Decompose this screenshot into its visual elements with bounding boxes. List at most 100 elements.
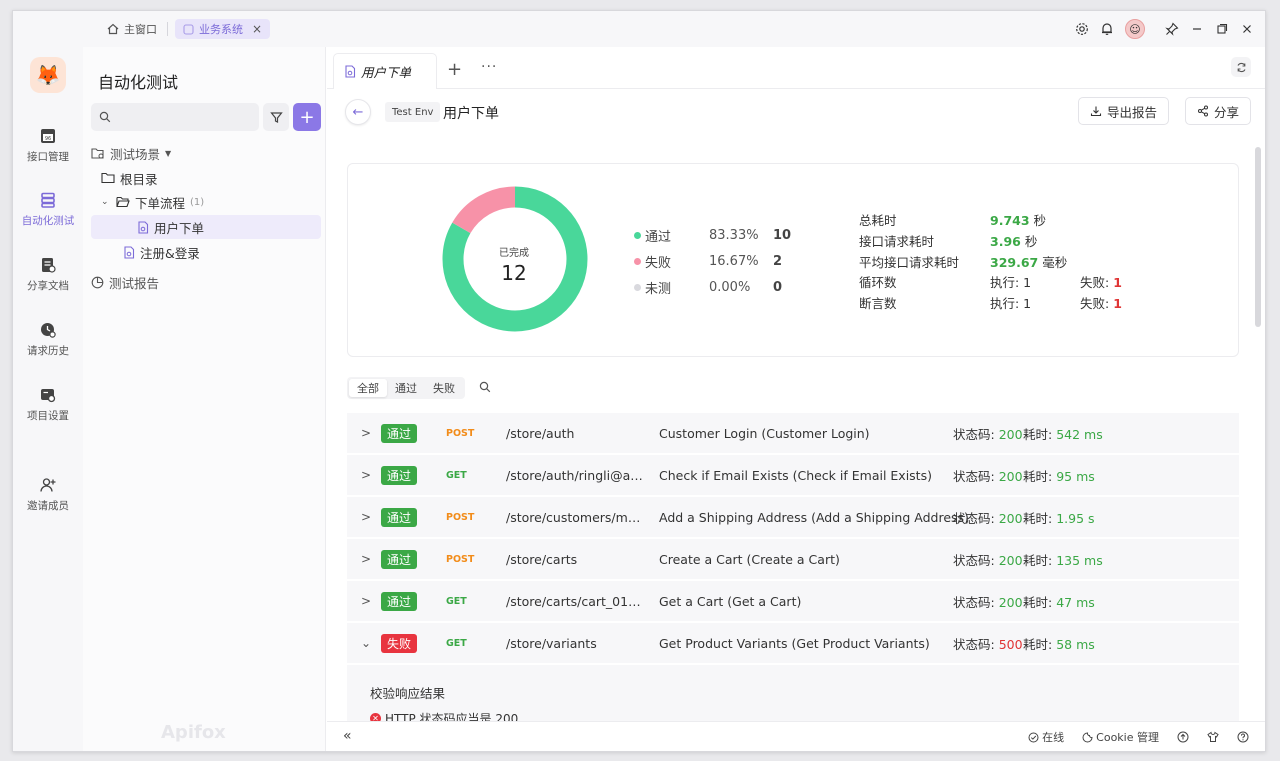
result-row[interactable]: > 通过 GET/store/carts/cart_01HHH... Get a Ca… (347, 581, 1239, 622)
window-tab-home[interactable]: 主窗口 (99, 19, 165, 39)
chevron-down-icon[interactable]: ⌄ (361, 636, 371, 650)
window-controls: ☺ (1069, 11, 1259, 47)
request-path: /store/carts (506, 551, 578, 567)
nav-automation[interactable]: 自动化测试 (13, 191, 83, 228)
nav-share-docs[interactable]: 分享文档 (13, 256, 83, 293)
elapsed-time: 耗时: 542 ms (1023, 424, 1103, 443)
help-icon[interactable] (1237, 731, 1249, 743)
legend-pass: 通过 83.33% 10 (634, 225, 791, 245)
env-badge[interactable]: Test Env (385, 102, 441, 122)
http-method: POST (446, 427, 475, 439)
http-method: GET (446, 637, 467, 649)
close-window-icon[interactable] (1234, 17, 1259, 41)
tree-reports[interactable]: 测试报告 (91, 270, 321, 294)
stat-exec: 执行: 1 (990, 274, 1032, 290)
tree-root-folder[interactable]: 根目录 (91, 166, 321, 190)
chevron-right-icon[interactable]: > (361, 552, 371, 566)
doc-tab-bar: 用户下单 + ··· (327, 47, 1265, 89)
chevron-right-icon[interactable]: > (361, 594, 371, 608)
minimize-icon[interactable] (1184, 17, 1209, 41)
share-icon (1197, 105, 1208, 117)
nav-invite-members[interactable]: 邀请成员 (13, 476, 83, 513)
donut-center: 已完成 12 (462, 244, 566, 285)
legend-label: 未测 (645, 281, 672, 297)
elapsed-time: 耗时: 135 ms (1023, 550, 1103, 569)
add-button[interactable]: + (293, 103, 321, 131)
legend-count: 10 (773, 227, 792, 243)
tree-item-selected[interactable]: 用户下单 (91, 215, 321, 239)
status-badge: 通过 (381, 423, 418, 443)
result-row[interactable]: ⌄ 失败 GET/store/variants Get Product Variant… (347, 623, 1239, 664)
tree-order-folder[interactable]: ⌄ 下单流程 (1) (91, 190, 321, 214)
doc-tab-label: 用户下单 (361, 65, 412, 80)
close-tab-icon[interactable]: × (252, 22, 262, 36)
panel-title: 自动化测试 (98, 73, 179, 92)
filter-button[interactable] (263, 103, 289, 131)
result-row[interactable]: > 通过 POST/store/auth Customer Login (Custom… (347, 413, 1239, 454)
result-search-icon[interactable] (479, 381, 491, 397)
folder-icon (101, 172, 115, 184)
refresh-icon[interactable] (1231, 57, 1251, 77)
invite-icon (40, 478, 56, 492)
app-logo: 🦊 (30, 57, 66, 93)
filter-tab-fail[interactable]: 失败 (425, 379, 463, 397)
tree-search-input[interactable] (117, 110, 247, 124)
stat-fail-value: 1 (1113, 274, 1122, 290)
online-status[interactable]: 在线 (1028, 729, 1064, 745)
nav-history[interactable]: 请求历史 (13, 321, 83, 358)
status-code: 状态码: 200 (953, 424, 1023, 443)
legend-label: 通过 (645, 229, 672, 245)
bell-icon[interactable] (1094, 17, 1119, 41)
status-code-label: 状态码: (953, 552, 995, 568)
share-doc-icon (42, 258, 56, 273)
cookie-manager[interactable]: Cookie 管理 (1082, 729, 1159, 745)
chevron-right-icon[interactable]: > (361, 426, 371, 440)
tree-search[interactable] (91, 103, 259, 131)
status-code: 状态码: 200 (953, 592, 1023, 611)
vertical-scrollbar[interactable] (1255, 147, 1261, 327)
stat-fail: 失败: 1 (1080, 272, 1122, 291)
share-button[interactable]: 分享 (1184, 97, 1251, 125)
tree-scenes-header[interactable]: 测试场景 ▼ (91, 141, 321, 165)
nav-automation-label: 自动化测试 (21, 215, 75, 227)
http-method: POST (446, 553, 475, 565)
chevron-right-icon[interactable]: > (361, 468, 371, 482)
gear-icon[interactable] (1069, 17, 1094, 41)
maximize-icon[interactable] (1209, 17, 1234, 41)
stat-total-time: 总耗时 9.743 秒 (859, 209, 1159, 229)
tab-divider (167, 22, 168, 36)
nav-api-management[interactable]: 96 接口管理 (13, 127, 83, 164)
result-row[interactable]: > 通过 POST/store/customers/me/ad... Add a Sh… (347, 497, 1239, 538)
nav-api-label: 接口管理 (27, 151, 69, 163)
donut-center-value: 12 (501, 261, 527, 285)
elapsed-label: 耗时: (1023, 510, 1053, 526)
back-button[interactable]: ← (345, 99, 371, 125)
pin-icon[interactable] (1159, 17, 1184, 41)
window-tab-project[interactable]: 业务系统 × (175, 19, 271, 39)
upload-icon[interactable] (1177, 731, 1189, 743)
doc-tab-active[interactable]: 用户下单 (333, 53, 437, 89)
filter-tab-pass[interactable]: 通过 (387, 379, 425, 397)
filter-tab-all[interactable]: 全部 (349, 379, 387, 397)
tree-root-label: 根目录 (120, 171, 158, 187)
export-report-button[interactable]: 导出报告 (1077, 97, 1169, 125)
legend-fail: 失败 16.67% 2 (634, 251, 782, 271)
request-path: /store/customers/me/ad... (506, 509, 646, 525)
result-row[interactable]: > 通过 POST/store/carts Create a Cart (Create… (347, 539, 1239, 580)
user-avatar[interactable]: ☺ (1125, 19, 1145, 39)
result-row[interactable]: > 通过 GET/store/auth/ringli@apifo... Check i… (347, 455, 1239, 496)
left-nav: 🦊 96 接口管理 自动化测试 分享文档 请求历史 项目设置 邀请成员 (13, 47, 83, 751)
stat-fail: 失败: 1 (1080, 293, 1122, 312)
nav-project-settings[interactable]: 项目设置 (13, 386, 83, 423)
elapsed-value: 1.95 s (1056, 510, 1095, 526)
stat-value: 329.67 毫秒 (990, 252, 1067, 271)
tree-item-register[interactable]: 注册&登录 (91, 240, 321, 264)
status-code: 状态码: 200 (953, 466, 1023, 485)
stat-label: 平均接口请求耗时 (859, 254, 960, 270)
chevron-right-icon[interactable]: > (361, 510, 371, 524)
scene-doc-icon (124, 245, 135, 259)
add-tab-button[interactable]: + (447, 59, 462, 80)
collapse-sidebar-icon[interactable]: « (343, 728, 352, 744)
more-tabs-button[interactable]: ··· (481, 59, 497, 75)
shirt-icon[interactable] (1207, 731, 1219, 743)
